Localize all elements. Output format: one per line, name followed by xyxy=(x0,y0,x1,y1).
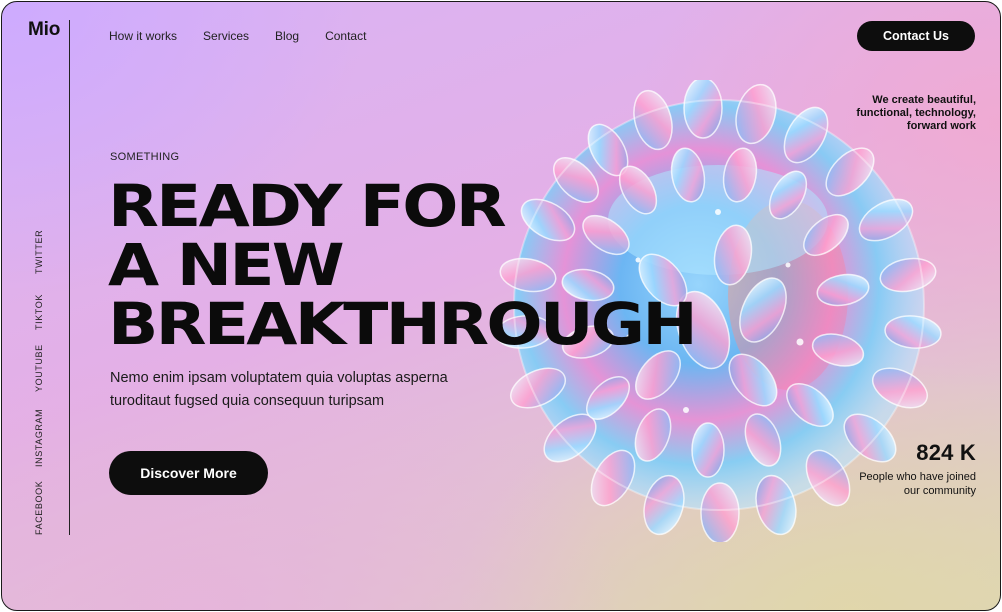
headline-line-3: BREAKTHROUGH xyxy=(108,290,698,358)
contact-us-button[interactable]: Contact Us xyxy=(857,21,975,51)
community-stat: 824 K People who have joined our communi… xyxy=(856,440,976,498)
hero-headline: READY FOR A NEW BREAKTHROUGH xyxy=(108,172,698,358)
discover-more-button[interactable]: Discover More xyxy=(109,451,268,495)
social-link-instagram[interactable]: INSTAGRAM xyxy=(34,409,44,467)
social-link-facebook[interactable]: FACEBOOK xyxy=(34,481,44,535)
social-link-twitter[interactable]: TWITTER xyxy=(34,230,44,274)
hero-eyebrow: SOMETHING xyxy=(110,151,180,163)
top-nav: How it works Services Blog Contact xyxy=(109,29,392,43)
stat-label: People who have joined our community xyxy=(859,471,976,497)
headline-line-2: A NEW xyxy=(108,231,345,299)
landing-page: Mio How it works Services Blog Contact C… xyxy=(1,1,1001,611)
logo[interactable]: Mio xyxy=(28,19,60,41)
stat-value: 824 K xyxy=(916,440,976,465)
nav-contact[interactable]: Contact xyxy=(325,29,366,43)
social-link-youtube[interactable]: YOUTUBE xyxy=(34,344,44,392)
social-links: TWITTER TIKTOK YOUTUBE INSTAGRAM FACEBOO… xyxy=(20,230,50,542)
headline-line-1: READY FOR xyxy=(108,172,507,240)
nav-how-it-works[interactable]: How it works xyxy=(109,29,177,43)
sidebar-divider xyxy=(69,20,70,535)
nav-services[interactable]: Services xyxy=(203,29,249,43)
social-link-tiktok[interactable]: TIKTOK xyxy=(34,294,44,330)
nav-blog[interactable]: Blog xyxy=(275,29,299,43)
hero-description: Nemo enim ipsam voluptatem quia voluptas… xyxy=(110,370,448,409)
